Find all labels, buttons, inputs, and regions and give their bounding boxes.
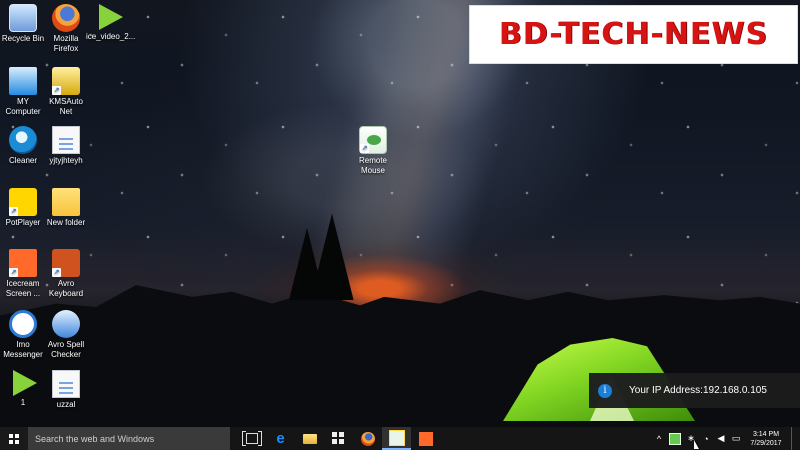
taskbar: e ^ ∗ ◔ ◀ ▭ 3:14 PM 7/29/2017: [0, 427, 800, 450]
clock-button[interactable]: 3:14 PM 7/29/2017: [746, 430, 786, 448]
firefox-button[interactable]: [353, 427, 382, 450]
desktop-icon-mozilla-firefox[interactable]: Mozilla Firefox: [43, 4, 89, 54]
edge-icon: e: [276, 430, 285, 447]
desktop-icon-ice-video[interactable]: ice_video_2...: [86, 4, 136, 42]
windows-icon: [9, 433, 19, 444]
desktop-icon-label: Recycle Bin: [1, 34, 45, 43]
system-tray: ^ ∗ ◔ ◀ ▭ 3:14 PM 7/29/2017: [654, 427, 800, 450]
desktop-icon-yjtyjhteyh[interactable]: yjtyjhteyh: [43, 126, 89, 166]
edge-button[interactable]: e: [266, 427, 295, 450]
remote-mouse-tray-icon[interactable]: [669, 432, 681, 445]
start-button[interactable]: [0, 427, 28, 450]
ip-address-notification[interactable]: i Your IP Address:192.168.0.105: [589, 373, 800, 408]
desktop-icon-avro-spell-checker[interactable]: Avro Spell Checker: [43, 310, 89, 360]
desktop-icon-potplayer[interactable]: ↗ PotPlayer: [0, 188, 46, 228]
pine-tree: [310, 213, 354, 300]
desktop-icon-label: Remote Mouse: [358, 156, 387, 175]
volume-icon[interactable]: ◀: [716, 433, 726, 444]
desktop-icon-label: Cleaner: [8, 156, 37, 165]
video-icon: [99, 4, 123, 30]
notification-text: Your IP Address:192.168.0.105: [629, 385, 767, 396]
shortcut-arrow-icon: ↗: [52, 86, 61, 95]
store-icon: [332, 432, 345, 445]
shortcut-arrow-icon: ↗: [9, 207, 18, 216]
document-icon: [52, 370, 80, 398]
icecream-taskbar-button[interactable]: [411, 427, 440, 450]
desktop-icon-label: Avro Keyboard: [48, 279, 84, 298]
firefox-icon: [52, 4, 80, 32]
mouse-cursor-icon: [694, 440, 699, 449]
info-icon: i: [598, 383, 612, 398]
show-hidden-icons-button[interactable]: ^: [654, 434, 664, 444]
cleaner-icon: [9, 126, 37, 154]
task-view-button[interactable]: [237, 427, 266, 450]
desktop-icon-label: uzzal: [56, 400, 76, 409]
desktop: BD-TECH-NEWS Recycle Bin Mozilla Firefox…: [0, 0, 800, 427]
avro-keyboard-icon: ↗: [52, 249, 80, 277]
store-button[interactable]: [324, 427, 353, 450]
desktop-icon-uzzal[interactable]: uzzal: [43, 370, 89, 410]
clock-time: 3:14 PM: [752, 430, 780, 438]
desktop-icon-label: 1: [20, 398, 26, 407]
clock-date: 7/29/2017: [750, 439, 782, 447]
search-input[interactable]: [28, 427, 230, 450]
desktop-icon-new-folder[interactable]: New folder: [43, 188, 89, 228]
desktop-icon-kmsauto-net[interactable]: ↗ KMSAuto Net: [43, 67, 89, 117]
taskbar-app-list: e: [237, 427, 440, 450]
task-view-icon: [241, 431, 262, 446]
document-icon: [52, 126, 80, 154]
icecream-icon: [418, 431, 433, 446]
imo-icon: [9, 310, 37, 338]
firefox-icon: [360, 431, 375, 446]
recycle-bin-icon: [9, 4, 37, 32]
icecream-icon: ↗: [9, 249, 37, 277]
action-center-icon[interactable]: ▭: [731, 433, 741, 444]
desktop-icon-avro-keyboard[interactable]: ↗ Avro Keyboard: [43, 249, 89, 299]
show-desktop-button[interactable]: [791, 427, 796, 450]
desktop-icon-label: Mozilla Firefox: [53, 34, 79, 53]
desktop-icon-my-computer[interactable]: MY Computer: [0, 67, 46, 117]
desktop-icon-label: ice_video_2...: [86, 32, 136, 41]
desktop-icon-1[interactable]: 1: [0, 370, 46, 408]
potplayer-icon: ↗: [9, 188, 37, 216]
computer-icon: [9, 67, 37, 95]
desktop-icon-label: MY Computer: [5, 97, 41, 116]
desktop-icon-remote-mouse[interactable]: ↗ Remote Mouse: [350, 126, 396, 176]
kms-icon: ↗: [52, 67, 80, 95]
desktop-icon-label: PotPlayer: [5, 218, 41, 227]
desktop-icon-label: Avro Spell Checker: [47, 340, 85, 359]
shortcut-arrow-icon: ↗: [52, 268, 61, 277]
shortcut-arrow-icon: ↗: [360, 144, 369, 153]
desktop-icon-cleaner[interactable]: Cleaner: [0, 126, 46, 166]
spell-checker-icon: [52, 310, 80, 338]
desktop-icon-imo-messenger[interactable]: Imo Messenger: [0, 310, 46, 360]
shortcut-arrow-icon: ↗: [9, 268, 18, 277]
file-explorer-button[interactable]: [295, 427, 324, 450]
wifi-icon[interactable]: ◔: [701, 434, 711, 444]
video-icon: [13, 370, 37, 396]
bd-tech-news-watermark: BD-TECH-NEWS: [469, 5, 798, 64]
file-explorer-icon: [302, 433, 317, 444]
remote-mouse-icon: [388, 429, 405, 446]
desktop-icon-recycle-bin[interactable]: Recycle Bin: [0, 4, 46, 44]
desktop-icon-label: Icecream Screen ...: [5, 279, 41, 298]
remote-mouse-taskbar-button[interactable]: [382, 427, 411, 450]
desktop-icon-icecream-screen[interactable]: ↗ Icecream Screen ...: [0, 249, 46, 299]
desktop-icon-label: KMSAuto Net: [49, 97, 83, 116]
desktop-icon-label: yjtyjhteyh: [49, 156, 83, 165]
desktop-icon-label: New folder: [46, 218, 86, 227]
remote-mouse-icon: ↗: [359, 126, 387, 154]
folder-icon: [52, 188, 80, 216]
desktop-icon-label: Imo Messenger: [3, 340, 43, 359]
